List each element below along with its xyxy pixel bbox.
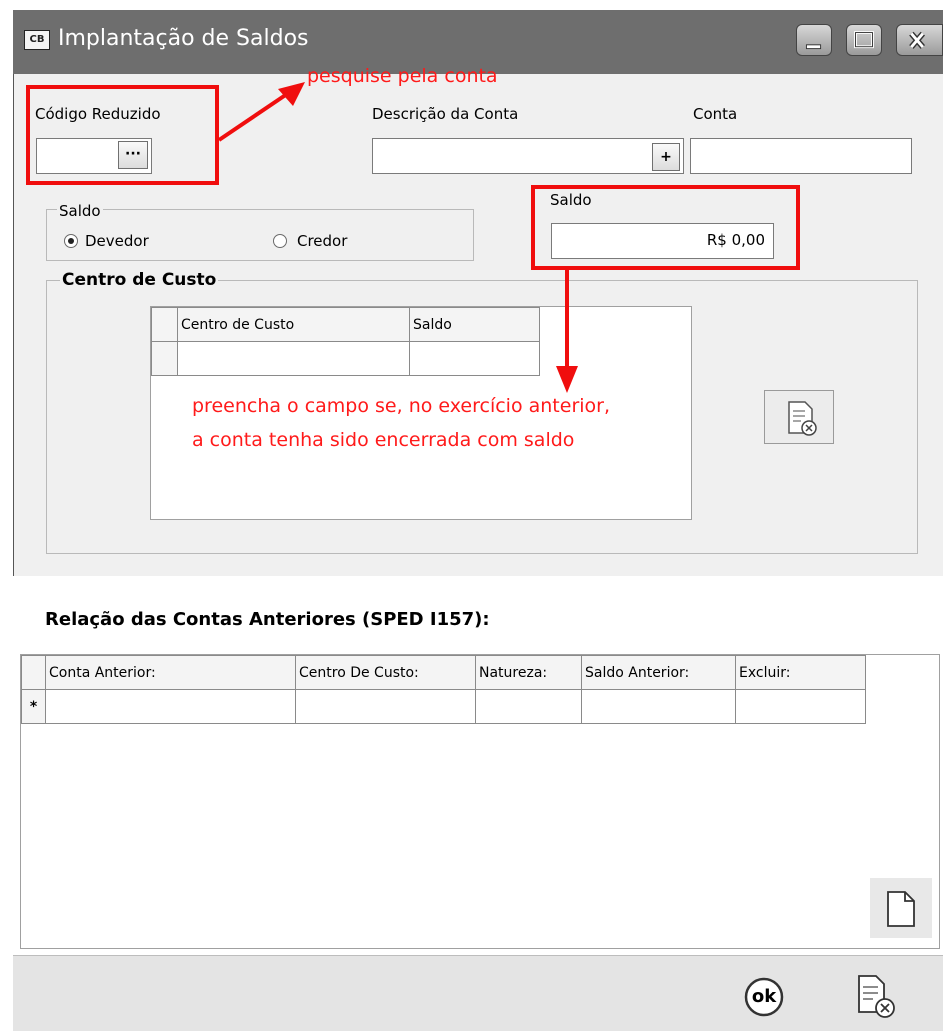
annotation-fill-hint-line2: a conta tenha sido encerrada com saldo: [192, 429, 575, 451]
table-cell[interactable]: [295, 689, 476, 724]
table-cell[interactable]: [475, 689, 582, 724]
ok-label: ok: [751, 986, 777, 1007]
cancel-document-icon: [858, 975, 895, 1018]
annotation-fill-hint-line1: preencha o campo se, no exercício anteri…: [192, 395, 611, 417]
cancel-button[interactable]: [850, 970, 900, 1022]
relacao-title: Relação das Contas Anteriores (SPED I157…: [45, 609, 490, 630]
annotation-search-hint: pesquise pela conta: [307, 65, 498, 87]
column-header-saldo-anterior[interactable]: Saldo Anterior:: [581, 655, 736, 690]
column-header-conta-anterior[interactable]: Conta Anterior:: [45, 655, 296, 690]
new-row-marker[interactable]: *: [21, 689, 46, 724]
row-header-corner: [21, 655, 46, 690]
new-document-icon: [887, 891, 915, 927]
ok-button[interactable]: ok: [741, 973, 789, 1021]
new-record-button[interactable]: [870, 878, 932, 938]
table-cell[interactable]: [581, 689, 736, 724]
footer-bar: [13, 955, 943, 1031]
table-cell[interactable]: [45, 689, 296, 724]
table-cell[interactable]: [735, 689, 866, 724]
column-header-excluir[interactable]: Excluir:: [735, 655, 866, 690]
column-header-natureza[interactable]: Natureza:: [475, 655, 582, 690]
relacao-grid[interactable]: Conta Anterior: Centro De Custo: Naturez…: [20, 654, 940, 949]
column-header-centro-de-custo[interactable]: Centro De Custo:: [295, 655, 476, 690]
